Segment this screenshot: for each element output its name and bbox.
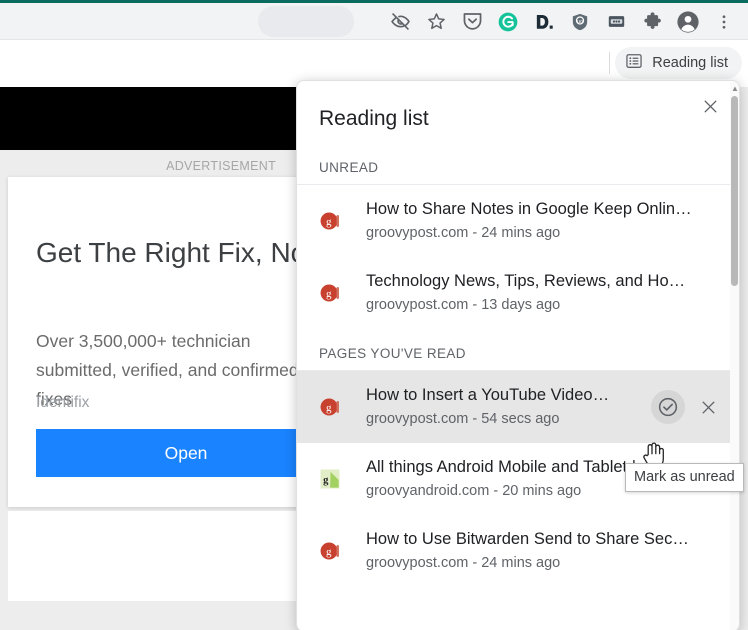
mark-as-unread-button[interactable]: [651, 390, 685, 424]
list-item-title: How to Share Notes in Google Keep Onlin…: [366, 200, 692, 218]
site-header-bar: [0, 87, 303, 150]
list-item-title: How to Use Bitwarden Send to Share Sec…: [366, 530, 689, 548]
grammarly-icon[interactable]: [490, 7, 526, 37]
profile-avatar-icon[interactable]: [670, 7, 706, 37]
reading-list-panel-header: Reading list: [297, 81, 739, 143]
list-item-text: How to Share Notes in Google Keep Onlin……: [366, 198, 731, 244]
reading-list-toggle-button[interactable]: Reading list: [615, 47, 742, 79]
reading-list-toggle-label: Reading list: [652, 55, 728, 71]
list-item[interactable]: g How to Share Notes in Google Keep Onli…: [297, 185, 731, 257]
star-icon[interactable]: [418, 7, 454, 37]
browser-toolbar: uo: [0, 3, 748, 40]
groovypost-favicon: g: [319, 282, 341, 304]
tooltip: Mark as unread: [625, 463, 744, 492]
panel-title: Reading list: [319, 107, 429, 130]
ad-open-button[interactable]: Open: [36, 429, 336, 477]
bookmarks-bar-divider: [609, 52, 610, 74]
reading-list-panel: Reading list UNREAD g How to Share Notes…: [296, 80, 740, 630]
scrollbar-up-arrow-icon[interactable]: ▲: [731, 84, 739, 93]
ublock-origin-icon[interactable]: uo: [562, 7, 598, 37]
section-header-unread: UNREAD: [297, 143, 731, 185]
groovypost-favicon: g: [319, 396, 341, 418]
panel-scrollbar-thumb[interactable]: [731, 96, 738, 286]
dashlane-icon[interactable]: [526, 7, 562, 37]
list-item[interactable]: g Technology News, Tips, Reviews, and Ho…: [297, 257, 731, 329]
section-header-pages-read: PAGES YOU'VE READ: [297, 329, 731, 371]
list-item-text: Technology News, Tips, Reviews, and Ho… …: [366, 270, 731, 316]
extensions-puzzle-icon[interactable]: [634, 7, 670, 37]
list-item[interactable]: g How to Use Bitwarden Send to Share Sec…: [297, 515, 731, 587]
list-item-text: How to Use Bitwarden Send to Share Sec… …: [366, 528, 731, 574]
chrome-menu-icon[interactable]: [706, 7, 742, 37]
svg-text:g: g: [326, 216, 332, 228]
toolbar-icon-group: uo: [382, 3, 742, 40]
panel-scrollbar[interactable]: ▲: [730, 82, 739, 630]
groovypost-favicon: g: [319, 210, 341, 232]
svg-text:g: g: [323, 475, 329, 486]
groovyandroid-favicon: g: [319, 468, 341, 490]
browser-window: uo Reading list ADVERTISEMENT Get The Ri…: [0, 0, 748, 630]
list-item-subtitle: groovypost.com - 13 days ago: [366, 297, 561, 313]
password-manager-icon[interactable]: [598, 7, 634, 37]
list-item-subtitle: groovypost.com - 24 mins ago: [366, 225, 561, 241]
list-item-actions: [651, 390, 725, 424]
list-item[interactable]: g How to Insert a YouTube Video… groovyp…: [297, 371, 731, 443]
delete-item-button[interactable]: [691, 390, 725, 424]
list-item-title: Technology News, Tips, Reviews, and Ho…: [366, 272, 686, 290]
svg-text:uo: uo: [577, 18, 583, 24]
advertisement-label: ADVERTISEMENT: [166, 159, 276, 173]
list-item-subtitle: groovypost.com - 24 mins ago: [366, 555, 561, 571]
omnibox-icon-group-background: [258, 6, 354, 37]
svg-text:g: g: [326, 546, 332, 558]
close-icon[interactable]: [695, 91, 725, 121]
groovypost-favicon: g: [319, 540, 341, 562]
ad-brand-name: Identifix: [36, 394, 90, 411]
ad-headline: Get The Right Fix, Now: [36, 237, 327, 268]
eye-slash-icon[interactable]: [382, 7, 418, 37]
pocket-icon[interactable]: [454, 7, 490, 37]
svg-text:g: g: [326, 402, 332, 414]
reading-list-icon: [625, 52, 643, 74]
svg-text:g: g: [326, 288, 332, 300]
